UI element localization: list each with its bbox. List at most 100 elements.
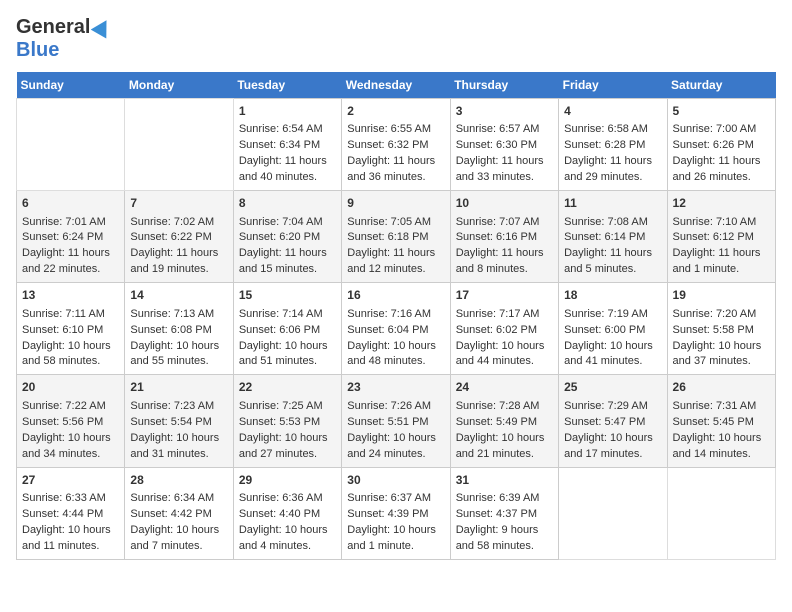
sunrise: Sunrise: 7:01 AM (22, 216, 106, 228)
day-number: 21 (130, 379, 227, 396)
sunset: Sunset: 5:58 PM (673, 324, 754, 336)
day-number: 15 (239, 287, 336, 304)
day-number: 26 (673, 379, 770, 396)
sunrise: Sunrise: 7:19 AM (564, 308, 648, 320)
calendar-cell: 14Sunrise: 7:13 AMSunset: 6:08 PMDayligh… (125, 283, 233, 375)
sunrise: Sunrise: 7:17 AM (456, 308, 540, 320)
calendar-cell: 5Sunrise: 7:00 AMSunset: 6:26 PMDaylight… (667, 99, 775, 191)
sunrise: Sunrise: 7:11 AM (22, 308, 105, 320)
sunset: Sunset: 5:47 PM (564, 416, 645, 428)
calendar-cell: 25Sunrise: 7:29 AMSunset: 5:47 PMDayligh… (559, 375, 667, 467)
sunset: Sunset: 5:56 PM (22, 416, 103, 428)
daylight: Daylight: 10 hours and 44 minutes. (456, 340, 545, 368)
daylight: Daylight: 11 hours and 1 minute. (673, 247, 761, 275)
sunset: Sunset: 5:51 PM (347, 416, 428, 428)
sunset: Sunset: 6:02 PM (456, 324, 537, 336)
header-thursday: Thursday (450, 72, 558, 99)
sunrise: Sunrise: 7:28 AM (456, 400, 540, 412)
sunrise: Sunrise: 6:58 AM (564, 123, 648, 135)
calendar-cell: 6Sunrise: 7:01 AMSunset: 6:24 PMDaylight… (17, 191, 125, 283)
calendar-cell: 22Sunrise: 7:25 AMSunset: 5:53 PMDayligh… (233, 375, 341, 467)
calendar-cell (17, 99, 125, 191)
day-number: 22 (239, 379, 336, 396)
calendar-cell: 1Sunrise: 6:54 AMSunset: 6:34 PMDaylight… (233, 99, 341, 191)
calendar-cell: 13Sunrise: 7:11 AMSunset: 6:10 PMDayligh… (17, 283, 125, 375)
day-number: 9 (347, 195, 444, 212)
calendar-cell: 23Sunrise: 7:26 AMSunset: 5:51 PMDayligh… (342, 375, 450, 467)
sunset: Sunset: 6:30 PM (456, 139, 537, 151)
calendar-cell: 7Sunrise: 7:02 AMSunset: 6:22 PMDaylight… (125, 191, 233, 283)
logo: General Blue (16, 16, 113, 62)
calendar-cell (667, 467, 775, 559)
daylight: Daylight: 10 hours and 34 minutes. (22, 432, 111, 460)
sunset: Sunset: 6:28 PM (564, 139, 645, 151)
sunrise: Sunrise: 7:22 AM (22, 400, 106, 412)
day-number: 30 (347, 472, 444, 489)
week-row-3: 13Sunrise: 7:11 AMSunset: 6:10 PMDayligh… (17, 283, 776, 375)
daylight: Daylight: 10 hours and 31 minutes. (130, 432, 219, 460)
daylight: Daylight: 10 hours and 4 minutes. (239, 524, 328, 552)
sunset: Sunset: 4:44 PM (22, 508, 103, 520)
calendar-cell: 16Sunrise: 7:16 AMSunset: 6:04 PMDayligh… (342, 283, 450, 375)
day-number: 7 (130, 195, 227, 212)
day-number: 20 (22, 379, 119, 396)
day-number: 4 (564, 103, 661, 120)
day-number: 14 (130, 287, 227, 304)
sunrise: Sunrise: 7:07 AM (456, 216, 540, 228)
daylight: Daylight: 10 hours and 55 minutes. (130, 340, 219, 368)
calendar-cell: 17Sunrise: 7:17 AMSunset: 6:02 PMDayligh… (450, 283, 558, 375)
daylight: Daylight: 10 hours and 37 minutes. (673, 340, 762, 368)
day-number: 1 (239, 103, 336, 120)
day-number: 13 (22, 287, 119, 304)
week-row-4: 20 Sunrise: 7:22 AM Sunset: 5:56 PM Dayligh… (17, 375, 776, 467)
sunrise: Sunrise: 7:08 AM (564, 216, 648, 228)
header-sunday: Sunday (17, 72, 125, 99)
daylight: Daylight: 10 hours and 48 minutes. (347, 340, 436, 368)
calendar-cell: 29Sunrise: 6:36 AMSunset: 4:40 PMDayligh… (233, 467, 341, 559)
day-number: 5 (673, 103, 770, 120)
calendar-cell: 30Sunrise: 6:37 AMSunset: 4:39 PMDayligh… (342, 467, 450, 559)
sunrise: Sunrise: 7:04 AM (239, 216, 323, 228)
sunrise: Sunrise: 7:02 AM (130, 216, 214, 228)
daylight: Daylight: 11 hours and 40 minutes. (239, 155, 327, 183)
sunrise: Sunrise: 7:20 AM (673, 308, 757, 320)
sunset: Sunset: 5:54 PM (130, 416, 211, 428)
daylight: Daylight: 10 hours and 7 minutes. (130, 524, 219, 552)
day-number: 3 (456, 103, 553, 120)
sunrise: Sunrise: 6:36 AM (239, 492, 323, 504)
sunrise: Sunrise: 7:31 AM (673, 400, 757, 412)
week-row-1: 1Sunrise: 6:54 AMSunset: 6:34 PMDaylight… (17, 99, 776, 191)
sunrise: Sunrise: 6:37 AM (347, 492, 431, 504)
sunrise: Sunrise: 7:00 AM (673, 123, 757, 135)
sunrise: Sunrise: 7:13 AM (130, 308, 214, 320)
day-number: 6 (22, 195, 119, 212)
header-tuesday: Tuesday (233, 72, 341, 99)
day-number: 2 (347, 103, 444, 120)
day-number: 18 (564, 287, 661, 304)
daylight: Daylight: 11 hours and 22 minutes. (22, 247, 110, 275)
header-row: SundayMondayTuesdayWednesdayThursdayFrid… (17, 72, 776, 99)
sunset: Sunset: 6:34 PM (239, 139, 320, 151)
sunset: Sunset: 6:18 PM (347, 231, 428, 243)
calendar-cell: 2Sunrise: 6:55 AMSunset: 6:32 PMDaylight… (342, 99, 450, 191)
sunset: Sunset: 5:49 PM (456, 416, 537, 428)
daylight: Daylight: 11 hours and 15 minutes. (239, 247, 327, 275)
day-number: 29 (239, 472, 336, 489)
calendar-cell: 11Sunrise: 7:08 AMSunset: 6:14 PMDayligh… (559, 191, 667, 283)
sunrise: Sunrise: 6:39 AM (456, 492, 540, 504)
daylight: Daylight: 10 hours and 58 minutes. (22, 340, 111, 368)
day-number: 28 (130, 472, 227, 489)
calendar-cell: 28Sunrise: 6:34 AMSunset: 4:42 PMDayligh… (125, 467, 233, 559)
daylight: Daylight: 11 hours and 36 minutes. (347, 155, 435, 183)
calendar-cell: 21Sunrise: 7:23 AMSunset: 5:54 PMDayligh… (125, 375, 233, 467)
calendar-cell: 8Sunrise: 7:04 AMSunset: 6:20 PMDaylight… (233, 191, 341, 283)
sunset: Sunset: 6:12 PM (673, 231, 754, 243)
day-number: 24 (456, 379, 553, 396)
daylight: Daylight: 10 hours and 17 minutes. (564, 432, 653, 460)
day-number: 11 (564, 195, 661, 212)
day-number: 12 (673, 195, 770, 212)
calendar-cell: 10Sunrise: 7:07 AMSunset: 6:16 PMDayligh… (450, 191, 558, 283)
daylight: Daylight: 10 hours and 11 minutes. (22, 524, 111, 552)
daylight: Daylight: 10 hours and 21 minutes. (456, 432, 545, 460)
calendar-cell: 15Sunrise: 7:14 AMSunset: 6:06 PMDayligh… (233, 283, 341, 375)
